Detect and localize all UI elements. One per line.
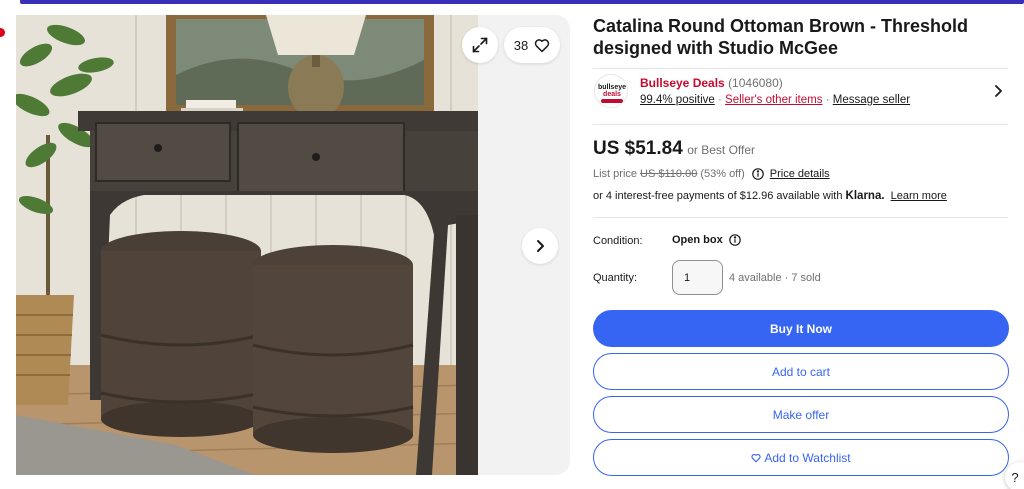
- best-offer-text: or Best Offer: [687, 143, 756, 157]
- add-to-cart-button[interactable]: Add to cart: [593, 353, 1009, 390]
- separator: ·: [825, 94, 830, 106]
- condition-label: Condition:: [593, 235, 643, 247]
- installments-line: or 4 interest-free payments of $12.96 av…: [593, 190, 947, 202]
- seller-name-line: Bullseye Deals (1046080): [640, 76, 783, 90]
- expand-image-button[interactable]: [462, 27, 498, 63]
- seller-name-link[interactable]: Bullseye Deals: [640, 76, 725, 90]
- price-details-link[interactable]: Price details: [770, 168, 830, 180]
- klarna-logo: Klarna.: [845, 190, 885, 202]
- quantity-label: Quantity:: [593, 272, 638, 284]
- learn-more-link[interactable]: Learn more: [891, 190, 947, 202]
- condition-value: Open box: [672, 234, 723, 246]
- svg-text:deals: deals: [603, 91, 621, 98]
- positive-feedback-link[interactable]: 99.4% positive: [640, 94, 715, 106]
- next-image-button[interactable]: [522, 228, 558, 264]
- heart-icon: [535, 38, 550, 52]
- info-icon[interactable]: [752, 167, 765, 180]
- info-icon[interactable]: [728, 234, 741, 246]
- price-line: US $51.84 or Best Offer: [593, 138, 755, 160]
- separator: ·: [718, 94, 722, 106]
- listing-title: Catalina Round Ottoman Brown - Threshold…: [593, 16, 968, 58]
- list-price-label: List price: [593, 167, 638, 180]
- list-price-value: US $110.00: [640, 167, 698, 180]
- seller-links: 99.4% positive · Seller's other items · …: [640, 94, 910, 106]
- help-icon: ?: [1011, 469, 1019, 485]
- list-price-line: List price US $110.00 (53% off) Price de…: [593, 167, 830, 180]
- top-accent-bar: [20, 0, 1024, 4]
- notification-dot: [0, 28, 5, 37]
- product-photo[interactable]: [16, 15, 478, 475]
- add-to-watchlist-button[interactable]: Add to Watchlist: [593, 439, 1009, 476]
- buy-it-now-button[interactable]: Buy It Now: [593, 310, 1009, 347]
- divider: [593, 217, 1008, 218]
- quantity-input[interactable]: [672, 260, 723, 295]
- availability-text: 4 available · 7 sold: [729, 272, 821, 284]
- image-gallery: 38: [16, 15, 570, 475]
- price: US $51.84: [593, 138, 683, 159]
- seller-card[interactable]: bullseye deals Bullseye Deals (1046080) …: [593, 72, 1008, 120]
- svg-text:bullseye: bullseye: [598, 84, 626, 91]
- condition-value-wrap: Open box: [672, 234, 741, 246]
- sellers-other-items-link[interactable]: Seller's other items: [725, 94, 822, 106]
- seller-logo: bullseye deals: [594, 74, 628, 108]
- watch-count-button[interactable]: 38: [504, 27, 560, 63]
- seller-feedback-score: (1046080): [728, 76, 783, 90]
- discount-percent: (53% off): [700, 167, 745, 180]
- heart-icon: [751, 453, 761, 462]
- chevron-right-icon[interactable]: [991, 84, 1005, 98]
- expand-icon: [472, 37, 488, 53]
- watch-count: 38: [513, 37, 529, 53]
- help-button[interactable]: ?: [1005, 462, 1024, 489]
- chevron-right-icon: [537, 240, 544, 252]
- message-seller-link[interactable]: Message seller: [833, 94, 910, 106]
- watchlist-label: Add to Watchlist: [764, 450, 851, 465]
- divider: [593, 68, 1008, 69]
- divider: [593, 124, 1008, 125]
- make-offer-button[interactable]: Make offer: [593, 396, 1009, 433]
- installments-text: or 4 interest-free payments of $12.96 av…: [593, 190, 843, 202]
